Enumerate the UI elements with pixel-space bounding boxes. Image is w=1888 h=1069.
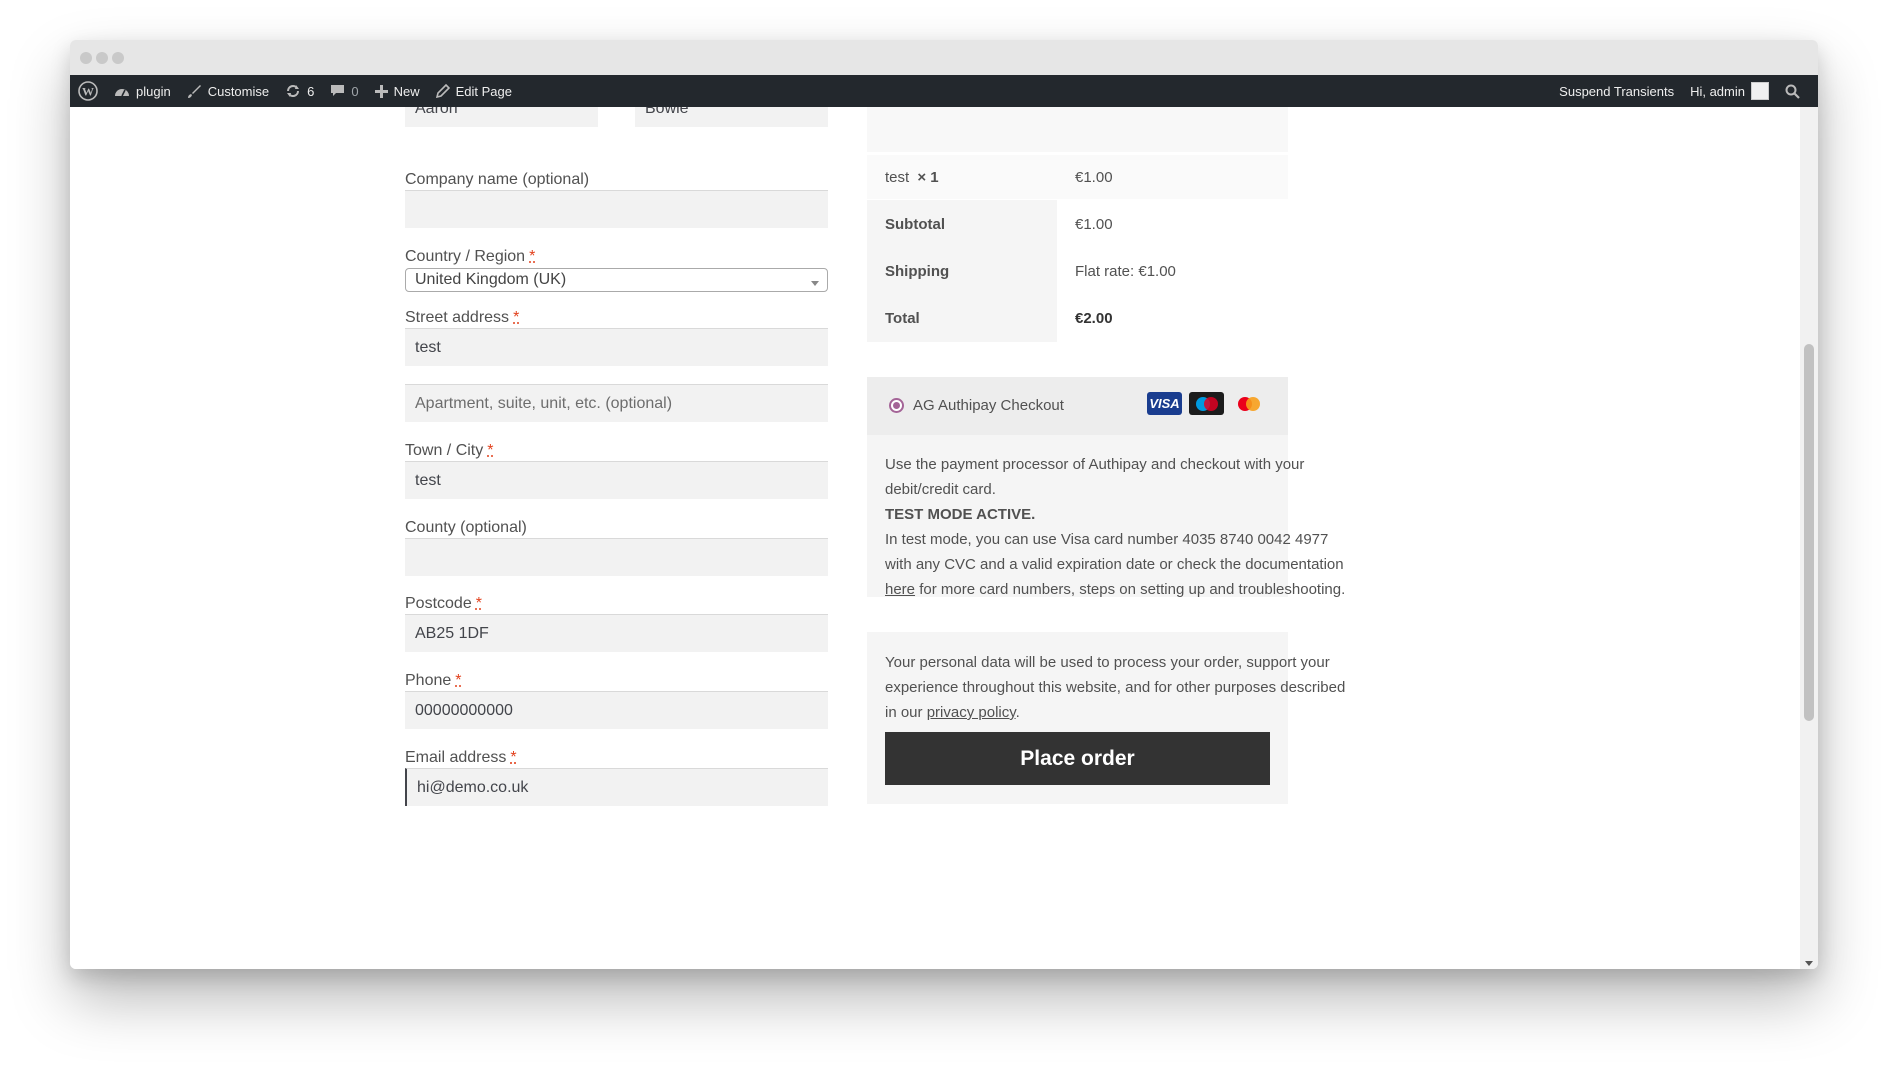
minimize-dot[interactable] (96, 52, 108, 64)
screenshot-stage: W plugin Customise 6 0 New Edit Page Sus… (0, 0, 1888, 1069)
updates-icon (287, 85, 300, 97)
postcode-field[interactable]: AB25 1DF (405, 614, 828, 652)
scrollbar-thumb[interactable] (1804, 344, 1814, 721)
new-label: New (393, 83, 420, 99)
postcode-label: Postcode * (405, 595, 482, 612)
brush-icon (187, 84, 201, 98)
company-label: Company name (optional) (405, 171, 590, 188)
company-field[interactable] (405, 190, 828, 228)
visa-icon: VISA (1147, 392, 1182, 415)
email-label: Email address * (405, 749, 517, 766)
close-dot[interactable] (80, 52, 92, 64)
payment-method-radio[interactable] (889, 398, 904, 413)
suspend-transients-label: Suspend Transients (1559, 83, 1675, 99)
plus-icon (374, 84, 388, 98)
wordpress-icon: W (78, 81, 98, 101)
pencil-icon (435, 84, 450, 98)
search-button[interactable] (1777, 75, 1808, 107)
last-name-value: Bowie (645, 107, 689, 117)
country-select[interactable]: United Kingdom (UK) (405, 268, 828, 292)
subtotal-label: Subtotal (885, 216, 945, 233)
mastercard-icon (1234, 392, 1264, 415)
customise-label: Customise (207, 83, 270, 99)
place-order-button[interactable]: Place order (885, 732, 1270, 785)
apartment-placeholder: Apartment, suite, unit, etc. (optional) (415, 394, 673, 412)
svg-text:W: W (82, 85, 94, 99)
product-qty: × 1 (917, 169, 939, 186)
email-field[interactable]: hi@demo.co.uk (405, 768, 828, 806)
scroll-down-arrow-icon[interactable] (1805, 961, 1813, 966)
chevron-down-icon (811, 281, 819, 286)
last-name-field[interactable]: Bowie (635, 107, 828, 127)
payment-method-label[interactable]: AG Authipay Checkout (913, 397, 1064, 414)
product-name: test × 1 (885, 169, 939, 186)
my-account-menu[interactable]: Hi, admin (1682, 75, 1777, 107)
wp-admin-bar: W plugin Customise 6 0 New Edit Page Sus… (70, 75, 1818, 107)
documentation-link[interactable]: here (885, 581, 915, 598)
maestro-icon (1189, 392, 1224, 415)
country-label: Country / Region * (405, 248, 536, 265)
window-titlebar (70, 40, 1818, 75)
country-value: United Kingdom (UK) (415, 271, 567, 288)
phone-label: Phone * (405, 672, 462, 689)
test-mode-notice: TEST MODE ACTIVE. (885, 506, 1036, 523)
customise-menu[interactable]: Customise (179, 75, 277, 107)
admin-bar-secondary: Suspend Transients Hi, admin (1551, 75, 1818, 107)
order-review-header (867, 107, 1288, 152)
street-label: Street address * (405, 309, 520, 326)
wordpress-logo-button[interactable]: W (70, 75, 106, 107)
phone-field[interactable]: 00000000000 (405, 691, 828, 729)
payment-description: Use the payment processor of Authipay an… (885, 452, 1355, 602)
browser-window: W plugin Customise 6 0 New Edit Page Sus… (70, 40, 1818, 969)
updates-menu[interactable]: 6 (277, 75, 322, 107)
total-value: €2.00 (1075, 310, 1113, 327)
shipping-value: Flat rate: €1.00 (1075, 263, 1176, 280)
site-name-menu[interactable]: plugin (106, 75, 179, 107)
privacy-policy-link[interactable]: privacy policy (927, 704, 1016, 721)
phone-value: 00000000000 (415, 701, 513, 719)
page-content: Aaron Bowie Company name (optional) Coun… (70, 107, 1800, 969)
site-name-label: plugin (136, 83, 171, 99)
greeting-label: Hi, admin (1690, 83, 1745, 99)
comments-count: 0 (351, 83, 359, 99)
privacy-notice: Your personal data will be used to proce… (885, 654, 1346, 721)
town-value: test (415, 471, 441, 489)
town-field[interactable]: test (405, 461, 828, 499)
maximize-dot[interactable] (112, 52, 124, 64)
postcode-value: AB25 1DF (415, 624, 489, 642)
street-address-field[interactable]: test (405, 328, 828, 366)
search-icon (1785, 84, 1800, 99)
shipping-label: Shipping (885, 263, 950, 280)
dashboard-icon (115, 89, 129, 97)
street-value: test (415, 338, 441, 356)
apartment-field[interactable]: Apartment, suite, unit, etc. (optional) (405, 384, 828, 422)
comment-icon (331, 85, 345, 96)
avatar (1751, 82, 1769, 100)
page-scrollbar[interactable] (1800, 107, 1818, 969)
product-price: €1.00 (1075, 169, 1113, 186)
comments-menu[interactable]: 0 (322, 75, 366, 107)
new-content-menu[interactable]: New (367, 75, 428, 107)
town-label: Town / City * (405, 442, 494, 459)
edit-page-label: Edit Page (455, 83, 512, 99)
updates-count: 6 (307, 83, 315, 99)
payment-desc-line2: In test mode, you can use Visa card numb… (885, 531, 1346, 598)
subtotal-value: €1.00 (1075, 216, 1113, 233)
first-name-field[interactable]: Aaron (405, 107, 598, 127)
county-label: County (optional) (405, 519, 527, 536)
edit-page-link[interactable]: Edit Page (428, 75, 520, 107)
suspend-transients-link[interactable]: Suspend Transients (1551, 75, 1682, 107)
county-field[interactable] (405, 538, 828, 576)
first-name-value: Aaron (415, 107, 458, 117)
payment-desc-line1: Use the payment processor of Authipay an… (885, 456, 1305, 498)
email-value: hi@demo.co.uk (417, 778, 529, 796)
total-label: Total (885, 310, 920, 327)
